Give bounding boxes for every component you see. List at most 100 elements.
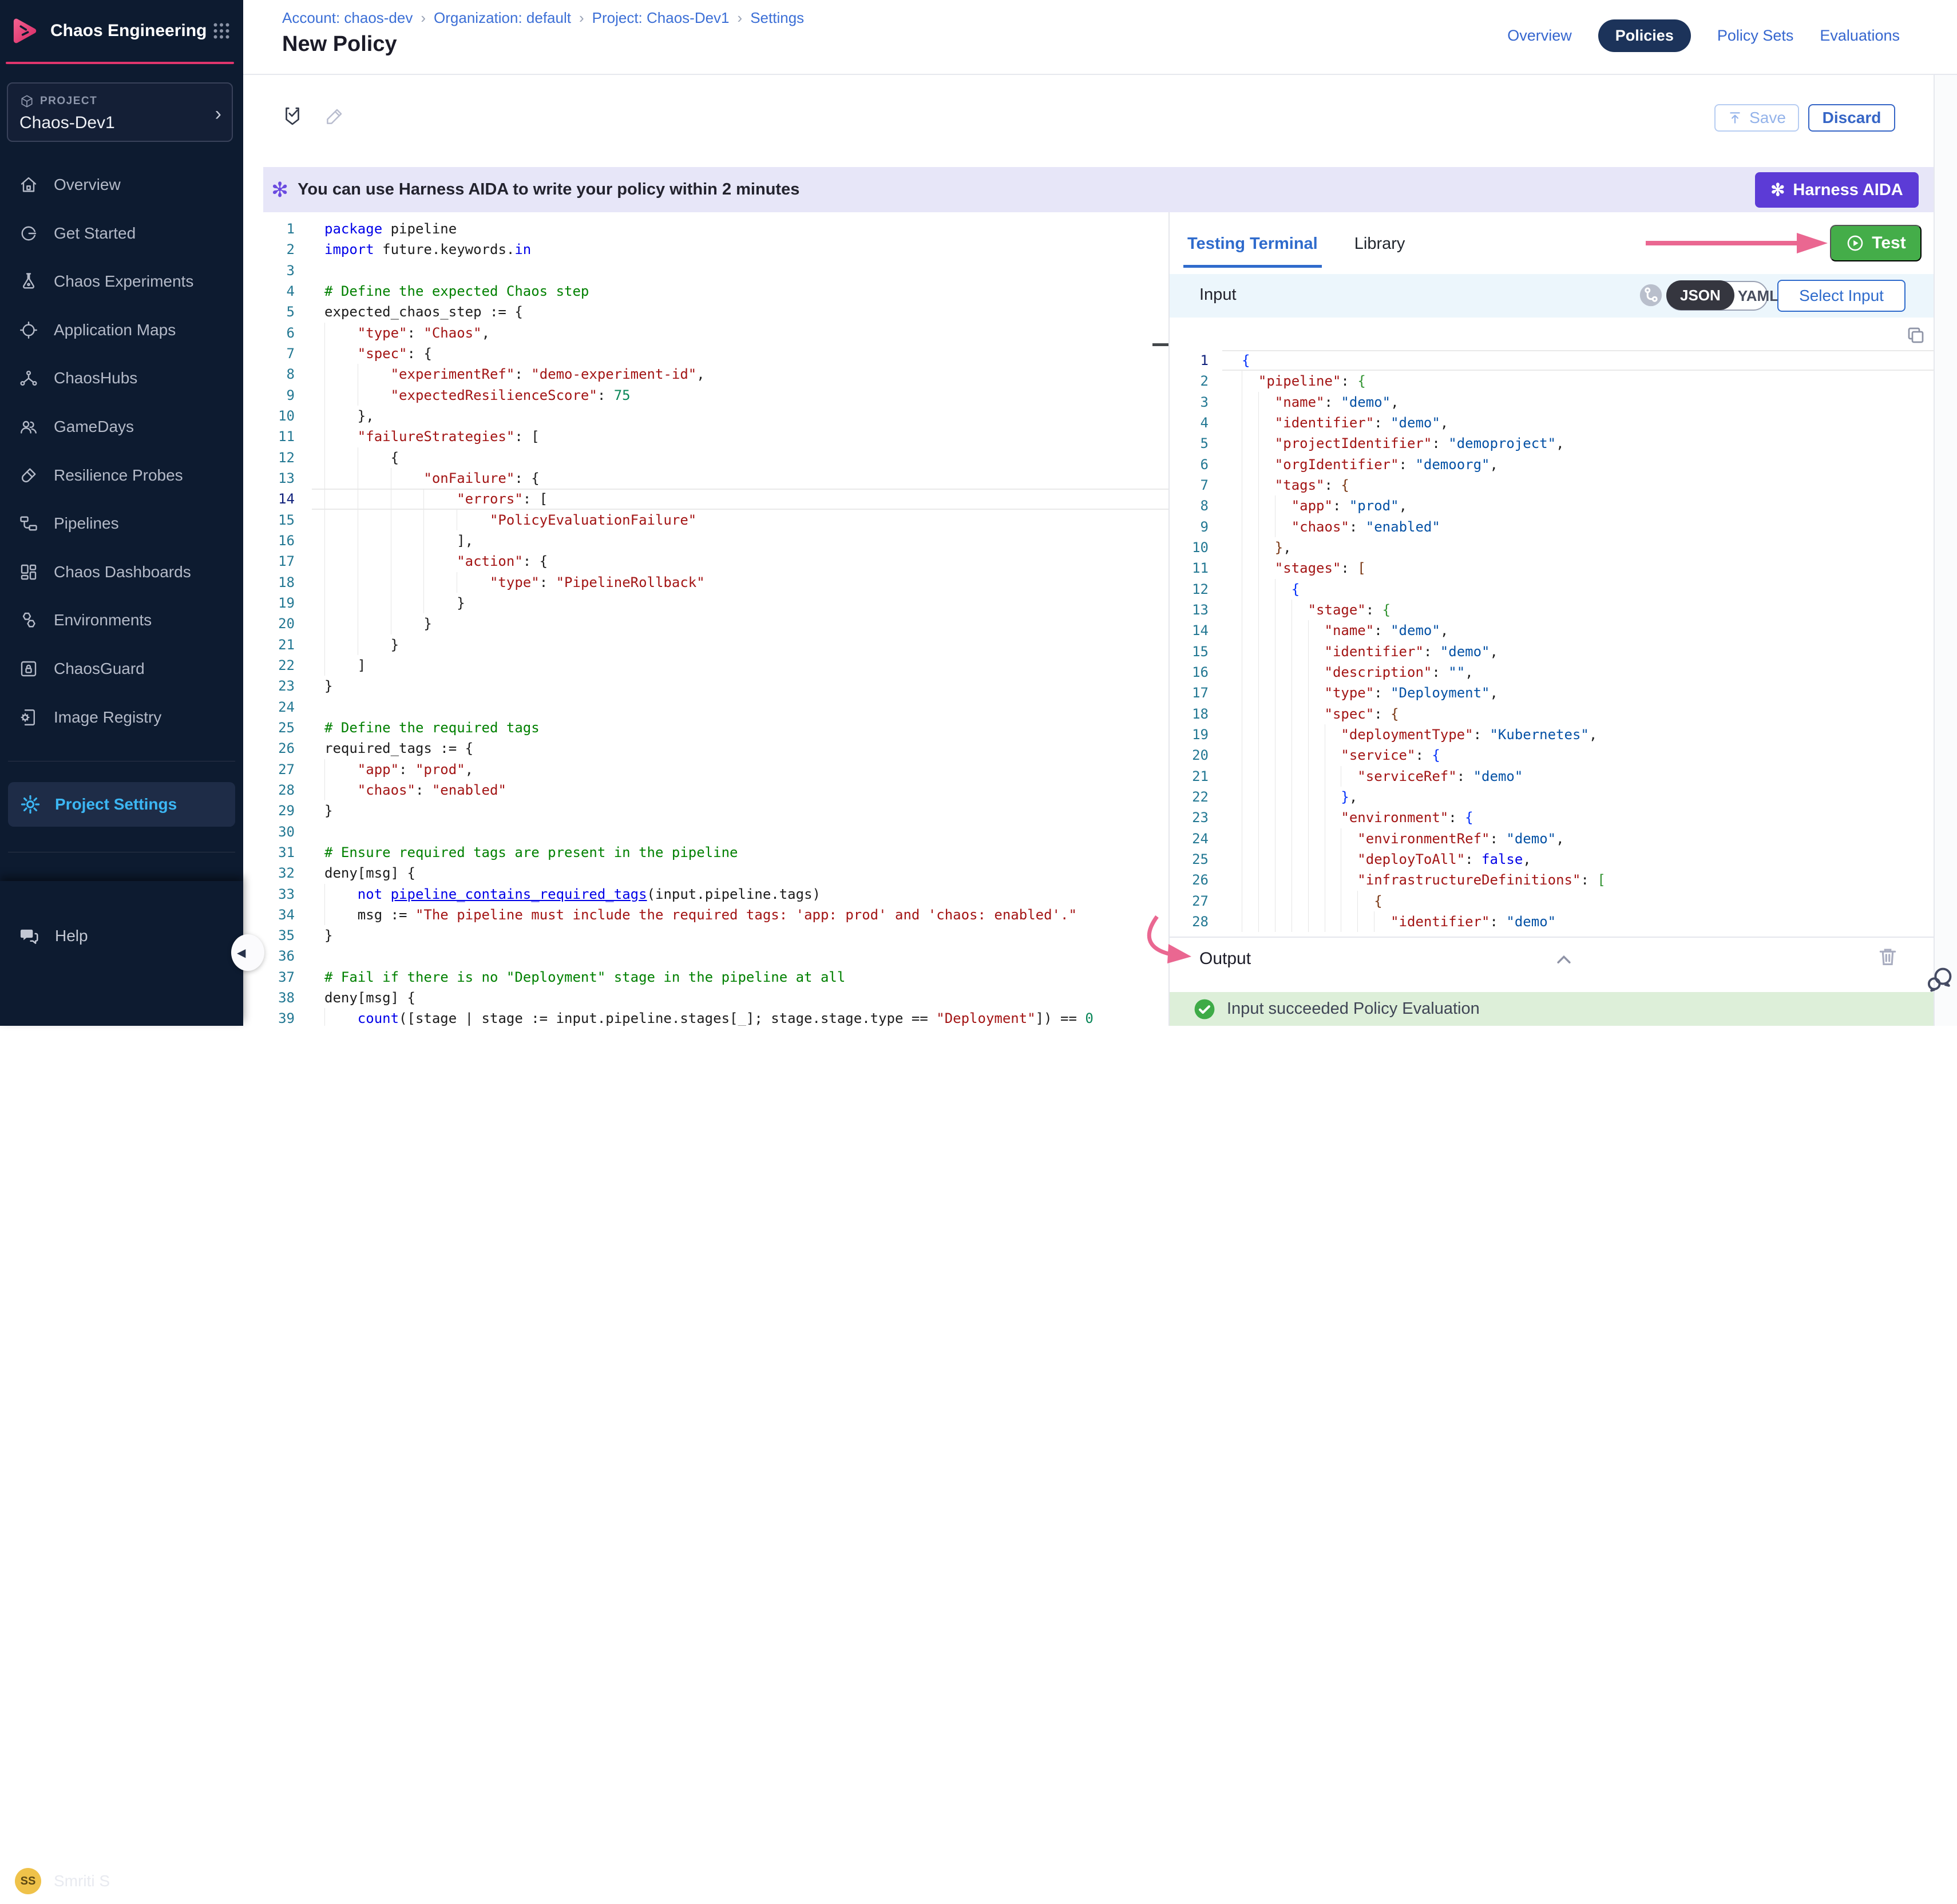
user-menu[interactable]: SS Smriti S bbox=[0, 1858, 243, 1904]
project-selector[interactable]: PROJECT Chaos-Dev1 › bbox=[7, 82, 233, 142]
code-line-17: 17 "action": { bbox=[263, 551, 1168, 572]
tab-overview[interactable]: Overview bbox=[1507, 27, 1572, 45]
panel-resize-handle[interactable] bbox=[1152, 343, 1168, 346]
aida-banner-text: You can use Harness AIDA to write your p… bbox=[298, 180, 799, 199]
breadcrumb-item[interactable]: Project: Chaos-Dev1 bbox=[592, 9, 730, 27]
tab-library[interactable]: Library bbox=[1354, 235, 1405, 253]
format-graph-icon[interactable] bbox=[1638, 282, 1664, 308]
tab-policies[interactable]: Policies bbox=[1598, 19, 1691, 52]
sidebar-bottom-section: ? Help SS Smriti S bbox=[0, 881, 243, 1026]
json-yaml-toggle: JSON YAML bbox=[1666, 281, 1768, 311]
code-line-18: 18 "type": "PipelineRollback" bbox=[263, 572, 1168, 593]
active-tab-underline bbox=[1183, 265, 1322, 268]
input-label: Input bbox=[1199, 285, 1237, 304]
breadcrumb-item[interactable]: Organization: default bbox=[434, 9, 571, 27]
copy-icon[interactable] bbox=[1905, 325, 1926, 346]
line-number: 10 bbox=[263, 406, 312, 426]
code-line-17: 17 "type": "Deployment", bbox=[1170, 683, 1934, 703]
dashboard-icon bbox=[18, 562, 39, 582]
code-line-32: 32deny[msg] { bbox=[263, 863, 1168, 883]
sidebar-item-gamedays[interactable]: GameDays bbox=[0, 404, 243, 450]
sidebar-item-application-maps[interactable]: Application Maps bbox=[0, 307, 243, 353]
save-button[interactable]: Save bbox=[1714, 104, 1799, 132]
tab-testing-terminal[interactable]: Testing Terminal bbox=[1187, 235, 1318, 253]
sidebar-item-label: Resilience Probes bbox=[54, 466, 183, 485]
discard-button[interactable]: Discard bbox=[1808, 104, 1895, 132]
sidebar-item-chaos-experiments[interactable]: Chaos Experiments bbox=[0, 259, 243, 304]
terminal-tabs: Testing Terminal Library bbox=[1187, 229, 1405, 258]
line-number: 6 bbox=[263, 323, 312, 343]
line-number: 15 bbox=[263, 510, 312, 530]
code-line-14: 14 "name": "demo", bbox=[1170, 620, 1934, 641]
code-line-22: 22 ] bbox=[263, 655, 1168, 676]
code-line-6: 6 "type": "Chaos", bbox=[263, 323, 1168, 343]
sidebar-item-project-settings[interactable]: Project Settings bbox=[8, 782, 235, 827]
line-number: 25 bbox=[263, 717, 312, 738]
sidebar-item-chaosguard[interactable]: ChaosGuard bbox=[0, 646, 243, 692]
code-line-31: 31# Ensure required tags are present in … bbox=[263, 842, 1168, 863]
tab-evaluations[interactable]: Evaluations bbox=[1820, 27, 1900, 45]
probe-icon bbox=[18, 465, 39, 486]
test-button[interactable]: Test bbox=[1830, 225, 1922, 261]
policy-check-icon[interactable] bbox=[282, 105, 303, 128]
code-line-38: 38deny[msg] { bbox=[263, 987, 1168, 1008]
sidebar-item-pipelines[interactable]: Pipelines bbox=[0, 501, 243, 546]
sidebar-item-image-registry[interactable]: Image Registry bbox=[0, 695, 243, 740]
help-button[interactable]: ? Help bbox=[0, 913, 243, 959]
sidebar-item-label: Project Settings bbox=[55, 795, 177, 814]
line-number: 2 bbox=[1170, 371, 1222, 391]
sidebar-collapse-handle[interactable]: ◀ bbox=[231, 934, 264, 971]
code-line-26: 26required_tags := { bbox=[263, 738, 1168, 759]
trash-icon[interactable] bbox=[1877, 946, 1899, 970]
sidebar-item-overview[interactable]: Overview bbox=[0, 162, 243, 208]
sidebar-item-chaoshubs[interactable]: ChaosHubs bbox=[0, 355, 243, 401]
breadcrumb-item[interactable]: Settings bbox=[750, 9, 804, 27]
input-json-editor[interactable]: 1{2 "pipeline": {3 "name": "demo",4 "ide… bbox=[1170, 318, 1934, 937]
line-number: 26 bbox=[263, 738, 312, 759]
code-line-21: 21 } bbox=[263, 634, 1168, 655]
line-number: 7 bbox=[263, 343, 312, 364]
line-number: 7 bbox=[1170, 475, 1222, 495]
sidebar-item-label: Image Registry bbox=[54, 708, 161, 727]
aida-banner: ✻ You can use Harness AIDA to write your… bbox=[263, 167, 1934, 212]
code-line-18: 18 "spec": { bbox=[1170, 704, 1934, 724]
app-grid-icon[interactable] bbox=[211, 21, 232, 41]
code-line-23: 23 "environment": { bbox=[1170, 807, 1934, 828]
sidebar-item-chaos-dashboards[interactable]: Chaos Dashboards bbox=[0, 549, 243, 595]
line-number: 15 bbox=[1170, 641, 1222, 662]
page-header: Account: chaos-dev › Organization: default… bbox=[243, 0, 1957, 75]
success-check-icon bbox=[1194, 998, 1215, 1020]
code-line-19: 19 } bbox=[263, 593, 1168, 613]
harness-aida-button[interactable]: ✻ Harness AIDA bbox=[1755, 172, 1919, 208]
support-chat-icon[interactable] bbox=[1925, 965, 1955, 994]
select-input-button[interactable]: Select Input bbox=[1777, 280, 1905, 312]
testing-terminal-panel: Testing Terminal Library Test Input JSON … bbox=[1170, 212, 1934, 1026]
sparkle-icon: ✻ bbox=[271, 178, 288, 202]
code-line-28: 28 "identifier": "demo" bbox=[1170, 911, 1934, 932]
edit-pencil-icon[interactable] bbox=[324, 105, 346, 127]
project-name: Chaos-Dev1 bbox=[19, 113, 220, 133]
sidebar-item-resilience-probes[interactable]: Resilience Probes bbox=[0, 453, 243, 498]
code-line-8: 8 "experimentRef": "demo-experiment-id", bbox=[263, 364, 1168, 384]
collapse-chevron-icon[interactable] bbox=[1554, 950, 1574, 967]
line-number: 1 bbox=[263, 219, 312, 239]
line-number: 24 bbox=[263, 697, 312, 717]
breadcrumb-item[interactable]: Account: chaos-dev bbox=[282, 9, 413, 27]
sidebar-item-get-started[interactable]: Get Started bbox=[0, 211, 243, 256]
line-number: 32 bbox=[263, 863, 312, 883]
sidebar-item-environments[interactable]: Environments bbox=[0, 597, 243, 643]
line-number: 5 bbox=[1170, 433, 1222, 454]
code-line-11: 11 "failureStrategies": [ bbox=[263, 426, 1168, 447]
sidebar-item-label: Application Maps bbox=[54, 321, 176, 339]
toggle-json[interactable]: JSON bbox=[1666, 280, 1734, 310]
breadcrumb-separator: › bbox=[738, 9, 743, 27]
policy-code-editor[interactable]: 1package pipeline2import future.keywords… bbox=[263, 212, 1168, 1026]
toggle-yaml[interactable]: YAML bbox=[1734, 287, 1782, 305]
harness-chaos-logo-icon bbox=[9, 15, 40, 46]
output-section-header: Output bbox=[1170, 937, 1934, 979]
line-number: 2 bbox=[263, 239, 312, 260]
code-line-5: 5expected_chaos_step := { bbox=[263, 302, 1168, 322]
tab-policy-sets[interactable]: Policy Sets bbox=[1717, 27, 1794, 45]
sidebar-item-label: Overview bbox=[54, 176, 121, 194]
code-line-24: 24 "environmentRef": "demo", bbox=[1170, 828, 1934, 849]
